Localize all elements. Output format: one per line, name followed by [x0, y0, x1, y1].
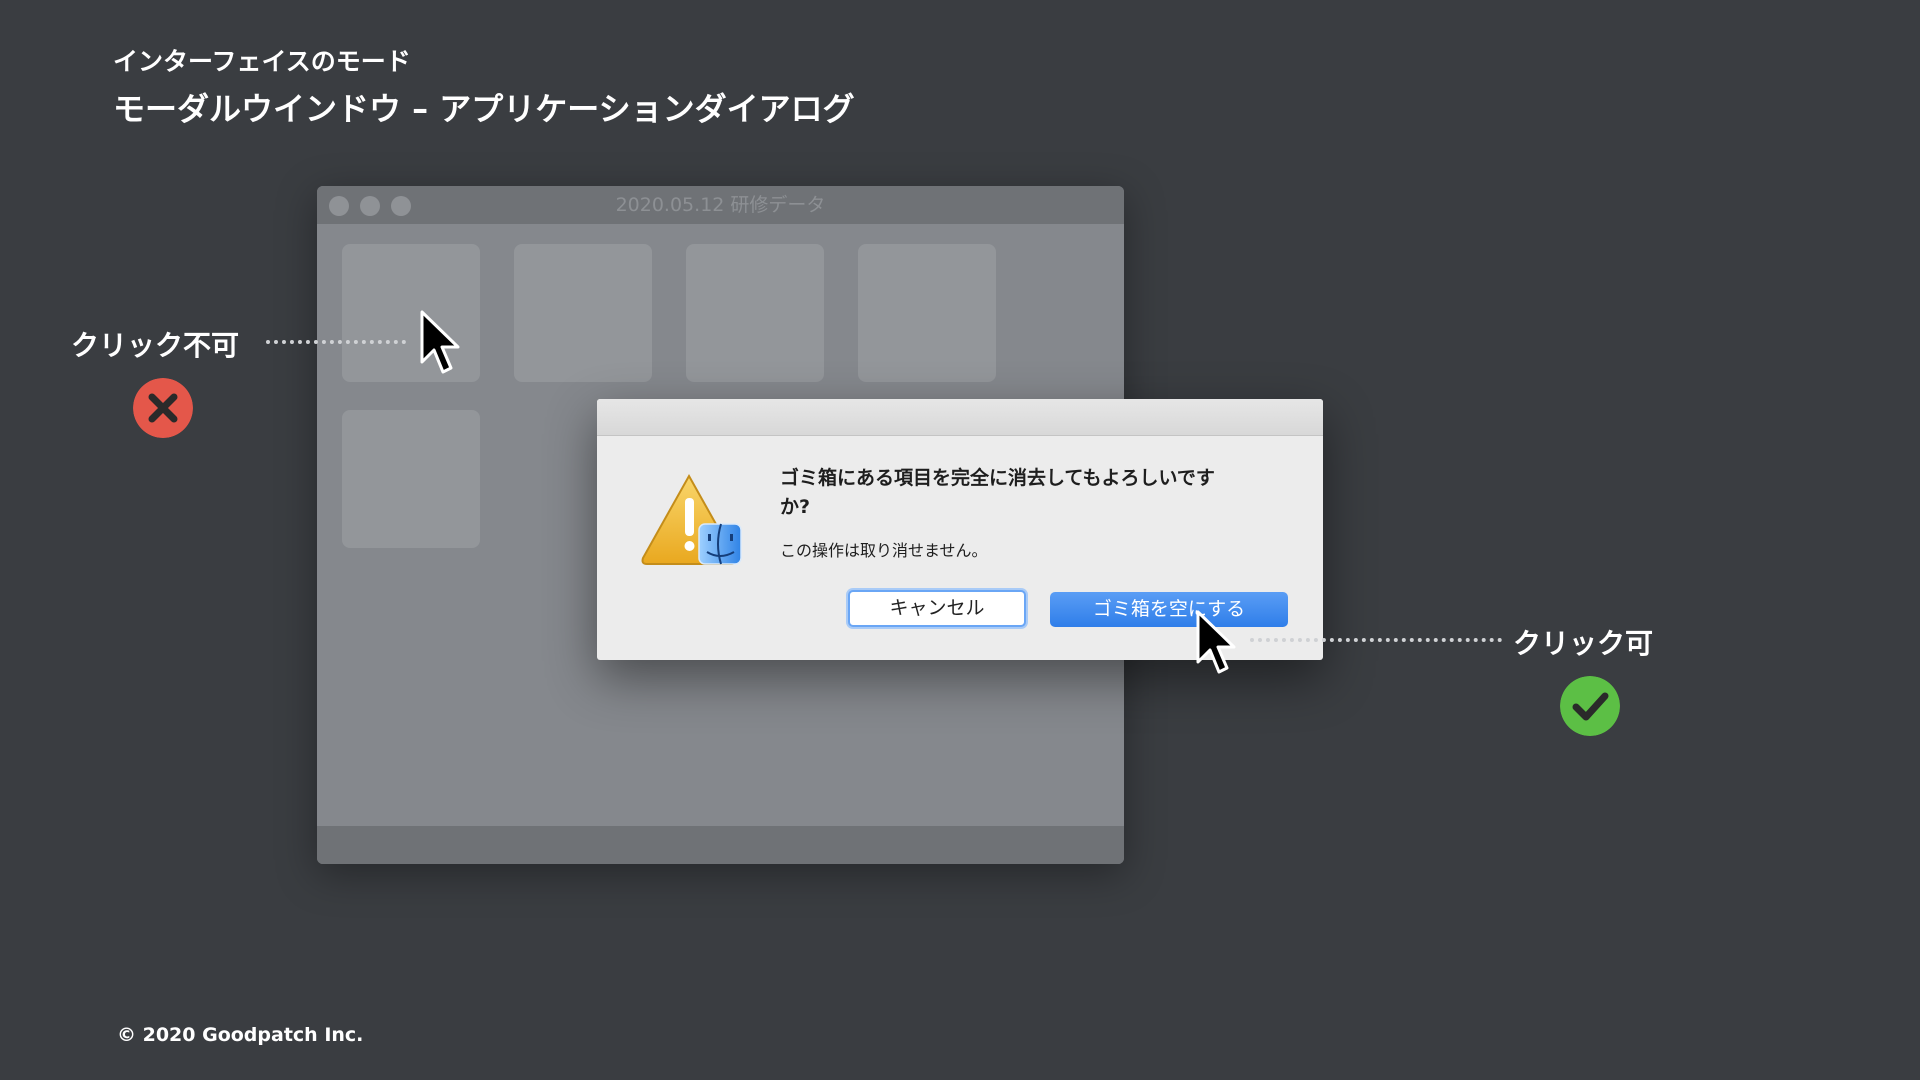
file-tile: [858, 244, 996, 382]
dialog-titlebar: [597, 399, 1323, 436]
mouse-pointer-icon: [1196, 610, 1236, 674]
cancel-button[interactable]: キャンセル: [848, 590, 1026, 627]
warning-finder-icon: [641, 473, 742, 565]
not-allowed-x-icon: [133, 378, 193, 438]
copyright-text: © 2020 Goodpatch Inc.: [117, 1024, 364, 1046]
dotted-leader-line: [266, 340, 406, 344]
clickable-label: クリック可: [1513, 627, 1654, 660]
empty-trash-button[interactable]: ゴミ箱を空にする: [1050, 592, 1288, 627]
mouse-pointer-icon: [420, 310, 460, 374]
slide-title: モーダルウインドウ – アプリケーションダイアログ: [113, 90, 855, 128]
background-window-title: 2020.05.12 研修データ: [615, 194, 826, 216]
dialog-informative-text: この操作は取り消せません。: [780, 541, 988, 560]
file-tile: [342, 410, 480, 548]
file-tile: [514, 244, 652, 382]
slide-subtitle: インターフェイスのモード: [113, 47, 411, 76]
slide: インターフェイスのモード モーダルウインドウ – アプリケーションダイアログ 2…: [0, 0, 1920, 1080]
background-window-footer: [317, 826, 1124, 864]
dotted-leader-line: [1250, 638, 1502, 642]
dialog-message: ゴミ箱にある項目を完全に消去してもよろしいですか?: [780, 467, 1215, 518]
file-tile: [686, 244, 824, 382]
not-clickable-label: クリック不可: [71, 329, 240, 362]
allowed-check-icon: [1560, 676, 1620, 736]
